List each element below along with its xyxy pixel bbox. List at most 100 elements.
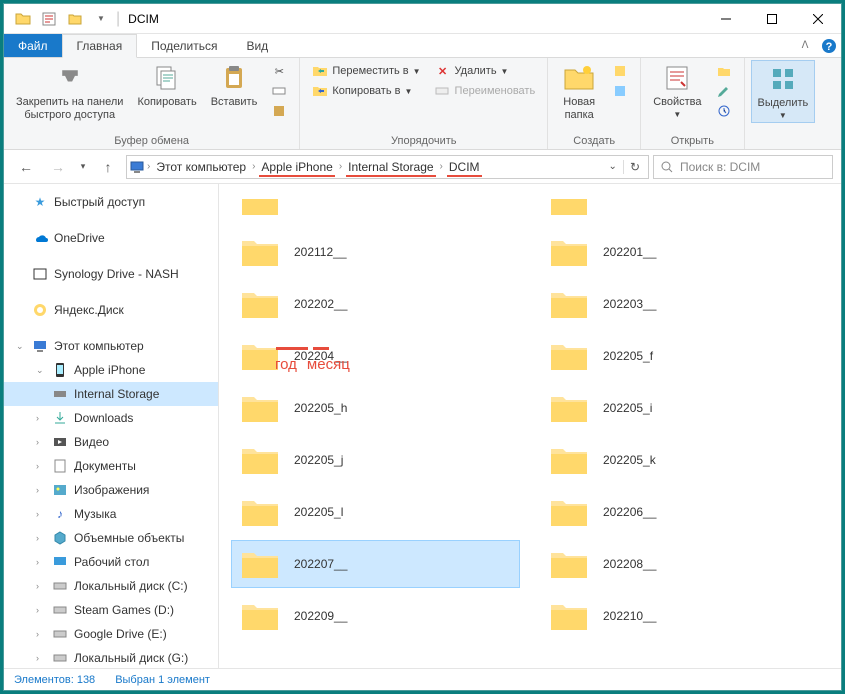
folder-icon [549, 287, 589, 321]
nav-disk-g[interactable]: ›Локальный диск (G:) [4, 646, 218, 668]
chevron-icon[interactable]: › [438, 161, 445, 172]
nav-internal-storage[interactable]: Internal Storage [4, 382, 218, 406]
nav-disk-e[interactable]: ›Google Drive (E:) [4, 622, 218, 646]
addr-dropdown-icon[interactable]: ⌄ [603, 161, 623, 172]
folder-item[interactable] [231, 192, 520, 224]
properties-button[interactable]: Свойства ▼ [647, 60, 707, 121]
nav-quick-access[interactable]: ★Быстрый доступ [4, 190, 218, 214]
back-button[interactable]: ← [12, 154, 40, 180]
recent-dropdown[interactable]: ▾ [76, 154, 90, 180]
folder-name: 202210__ [603, 609, 656, 623]
move-icon [312, 63, 328, 79]
folder-icon [549, 235, 589, 269]
tab-view[interactable]: Вид [232, 34, 283, 57]
qat-dropdown-icon[interactable]: ▼ [90, 8, 112, 30]
chevron-icon[interactable]: › [337, 161, 344, 172]
copy-icon [151, 62, 183, 94]
crumb-storage[interactable]: Internal Storage [344, 160, 437, 174]
nav-yandex[interactable]: Яндекс.Диск [4, 298, 218, 322]
nav-onedrive[interactable]: OneDrive [4, 226, 218, 250]
close-button[interactable] [795, 4, 841, 34]
new-folder-button[interactable]: Новая папка [554, 60, 604, 124]
properties-icon[interactable] [38, 8, 60, 30]
chevron-icon[interactable]: › [145, 161, 152, 172]
nav-pictures[interactable]: ›Изображения [4, 478, 218, 502]
delete-button[interactable]: ✕Удалить ▼ [431, 62, 540, 80]
paste-button[interactable]: Вставить [205, 60, 264, 110]
folder-item[interactable]: 202210__ [540, 592, 829, 640]
navigation-pane[interactable]: ★Быстрый доступ OneDrive Synology Drive … [4, 184, 219, 668]
folder-icon [240, 443, 280, 477]
folder-name: 202205_i [603, 401, 652, 415]
folder-item[interactable]: 202207__ [231, 540, 520, 588]
folder-item[interactable] [540, 192, 829, 224]
crumb-device[interactable]: Apple iPhone [257, 160, 336, 174]
search-input[interactable]: Поиск в: DCIM [653, 155, 833, 179]
scissors-icon: ✂ [271, 63, 287, 79]
nav-3d-objects[interactable]: ›Объемные объекты [4, 526, 218, 550]
folder-item[interactable]: 202112__ [231, 228, 520, 276]
folder-small-icon[interactable] [64, 8, 86, 30]
copy-path-button[interactable] [267, 82, 291, 100]
edit-button[interactable] [712, 82, 736, 100]
folder-item[interactable]: 202205_k [540, 436, 829, 484]
easy-access-button[interactable] [608, 82, 632, 100]
folder-icon [240, 495, 280, 529]
tab-home[interactable]: Главная [62, 34, 138, 58]
nav-synology[interactable]: Synology Drive - NASH [4, 262, 218, 286]
nav-this-pc[interactable]: ⌄Этот компьютер [4, 334, 218, 358]
forward-button[interactable]: → [44, 154, 72, 180]
tab-share[interactable]: Поделиться [137, 34, 232, 57]
open-icon [716, 63, 732, 79]
open-button[interactable] [712, 62, 736, 80]
up-button[interactable]: ↑ [94, 154, 122, 180]
folder-item[interactable]: 202203__ [540, 280, 829, 328]
nav-disk-d[interactable]: ›Steam Games (D:) [4, 598, 218, 622]
nav-downloads[interactable]: ›Downloads [4, 406, 218, 430]
chevron-icon[interactable]: › [250, 161, 257, 172]
paste-shortcut-button[interactable] [267, 102, 291, 120]
edit-icon [716, 83, 732, 99]
minimize-button[interactable] [703, 4, 749, 34]
nav-videos[interactable]: ›Видео [4, 430, 218, 454]
folder-item[interactable]: 202205_i [540, 384, 829, 432]
folder-item[interactable]: 202205_f [540, 332, 829, 380]
folder-item[interactable]: 202201__ [540, 228, 829, 276]
crumb-pc[interactable]: Этот компьютер [152, 160, 250, 174]
folder-item[interactable]: 202206__ [540, 488, 829, 536]
help-icon[interactable]: ? [817, 34, 841, 57]
ribbon-collapse-icon[interactable]: ᐱ [793, 34, 817, 57]
select-icon [767, 63, 799, 95]
nav-music[interactable]: ›♪Музыка [4, 502, 218, 526]
history-button[interactable] [712, 102, 736, 120]
folder-item[interactable]: 202205_h [231, 384, 520, 432]
refresh-icon[interactable]: ↻ [623, 160, 646, 174]
pin-button[interactable]: Закрепить на панели быстрого доступа [10, 60, 129, 124]
tab-file[interactable]: Файл [4, 34, 62, 57]
new-item-button[interactable] [608, 62, 632, 80]
folder-item[interactable]: 202205_j [231, 436, 520, 484]
folder-name: 202112__ [294, 245, 347, 259]
address-bar[interactable]: › Этот компьютер › Apple iPhone › Intern… [126, 155, 649, 179]
cut-button[interactable]: ✂ [267, 62, 291, 80]
nav-disk-c[interactable]: ›Локальный диск (C:) [4, 574, 218, 598]
copy-button[interactable]: Копировать [131, 60, 202, 110]
drive-icon [52, 650, 68, 666]
nav-iphone[interactable]: ⌄Apple iPhone [4, 358, 218, 382]
copy-to-button[interactable]: Копировать в ▼ [308, 82, 424, 100]
select-button[interactable]: Выделить ▼ [751, 60, 816, 123]
pc-icon [32, 338, 48, 354]
ribbon-group-select: Выделить ▼ [745, 58, 822, 149]
folder-item[interactable]: 202209__ [231, 592, 520, 640]
move-to-button[interactable]: Переместить в ▼ [308, 62, 424, 80]
nav-desktop[interactable]: ›Рабочий стол [4, 550, 218, 574]
nav-documents[interactable]: ›Документы [4, 454, 218, 478]
crumb-folder[interactable]: DCIM [445, 160, 484, 174]
file-list[interactable]: 202112__202201__202202__202203__202204__… [219, 184, 841, 668]
ribbon: Закрепить на панели быстрого доступа Коп… [4, 58, 841, 150]
paste-icon [218, 62, 250, 94]
folder-item[interactable]: 202205_l [231, 488, 520, 536]
folder-item[interactable]: 202208__ [540, 540, 829, 588]
maximize-button[interactable] [749, 4, 795, 34]
folder-item[interactable]: 202202__ [231, 280, 520, 328]
